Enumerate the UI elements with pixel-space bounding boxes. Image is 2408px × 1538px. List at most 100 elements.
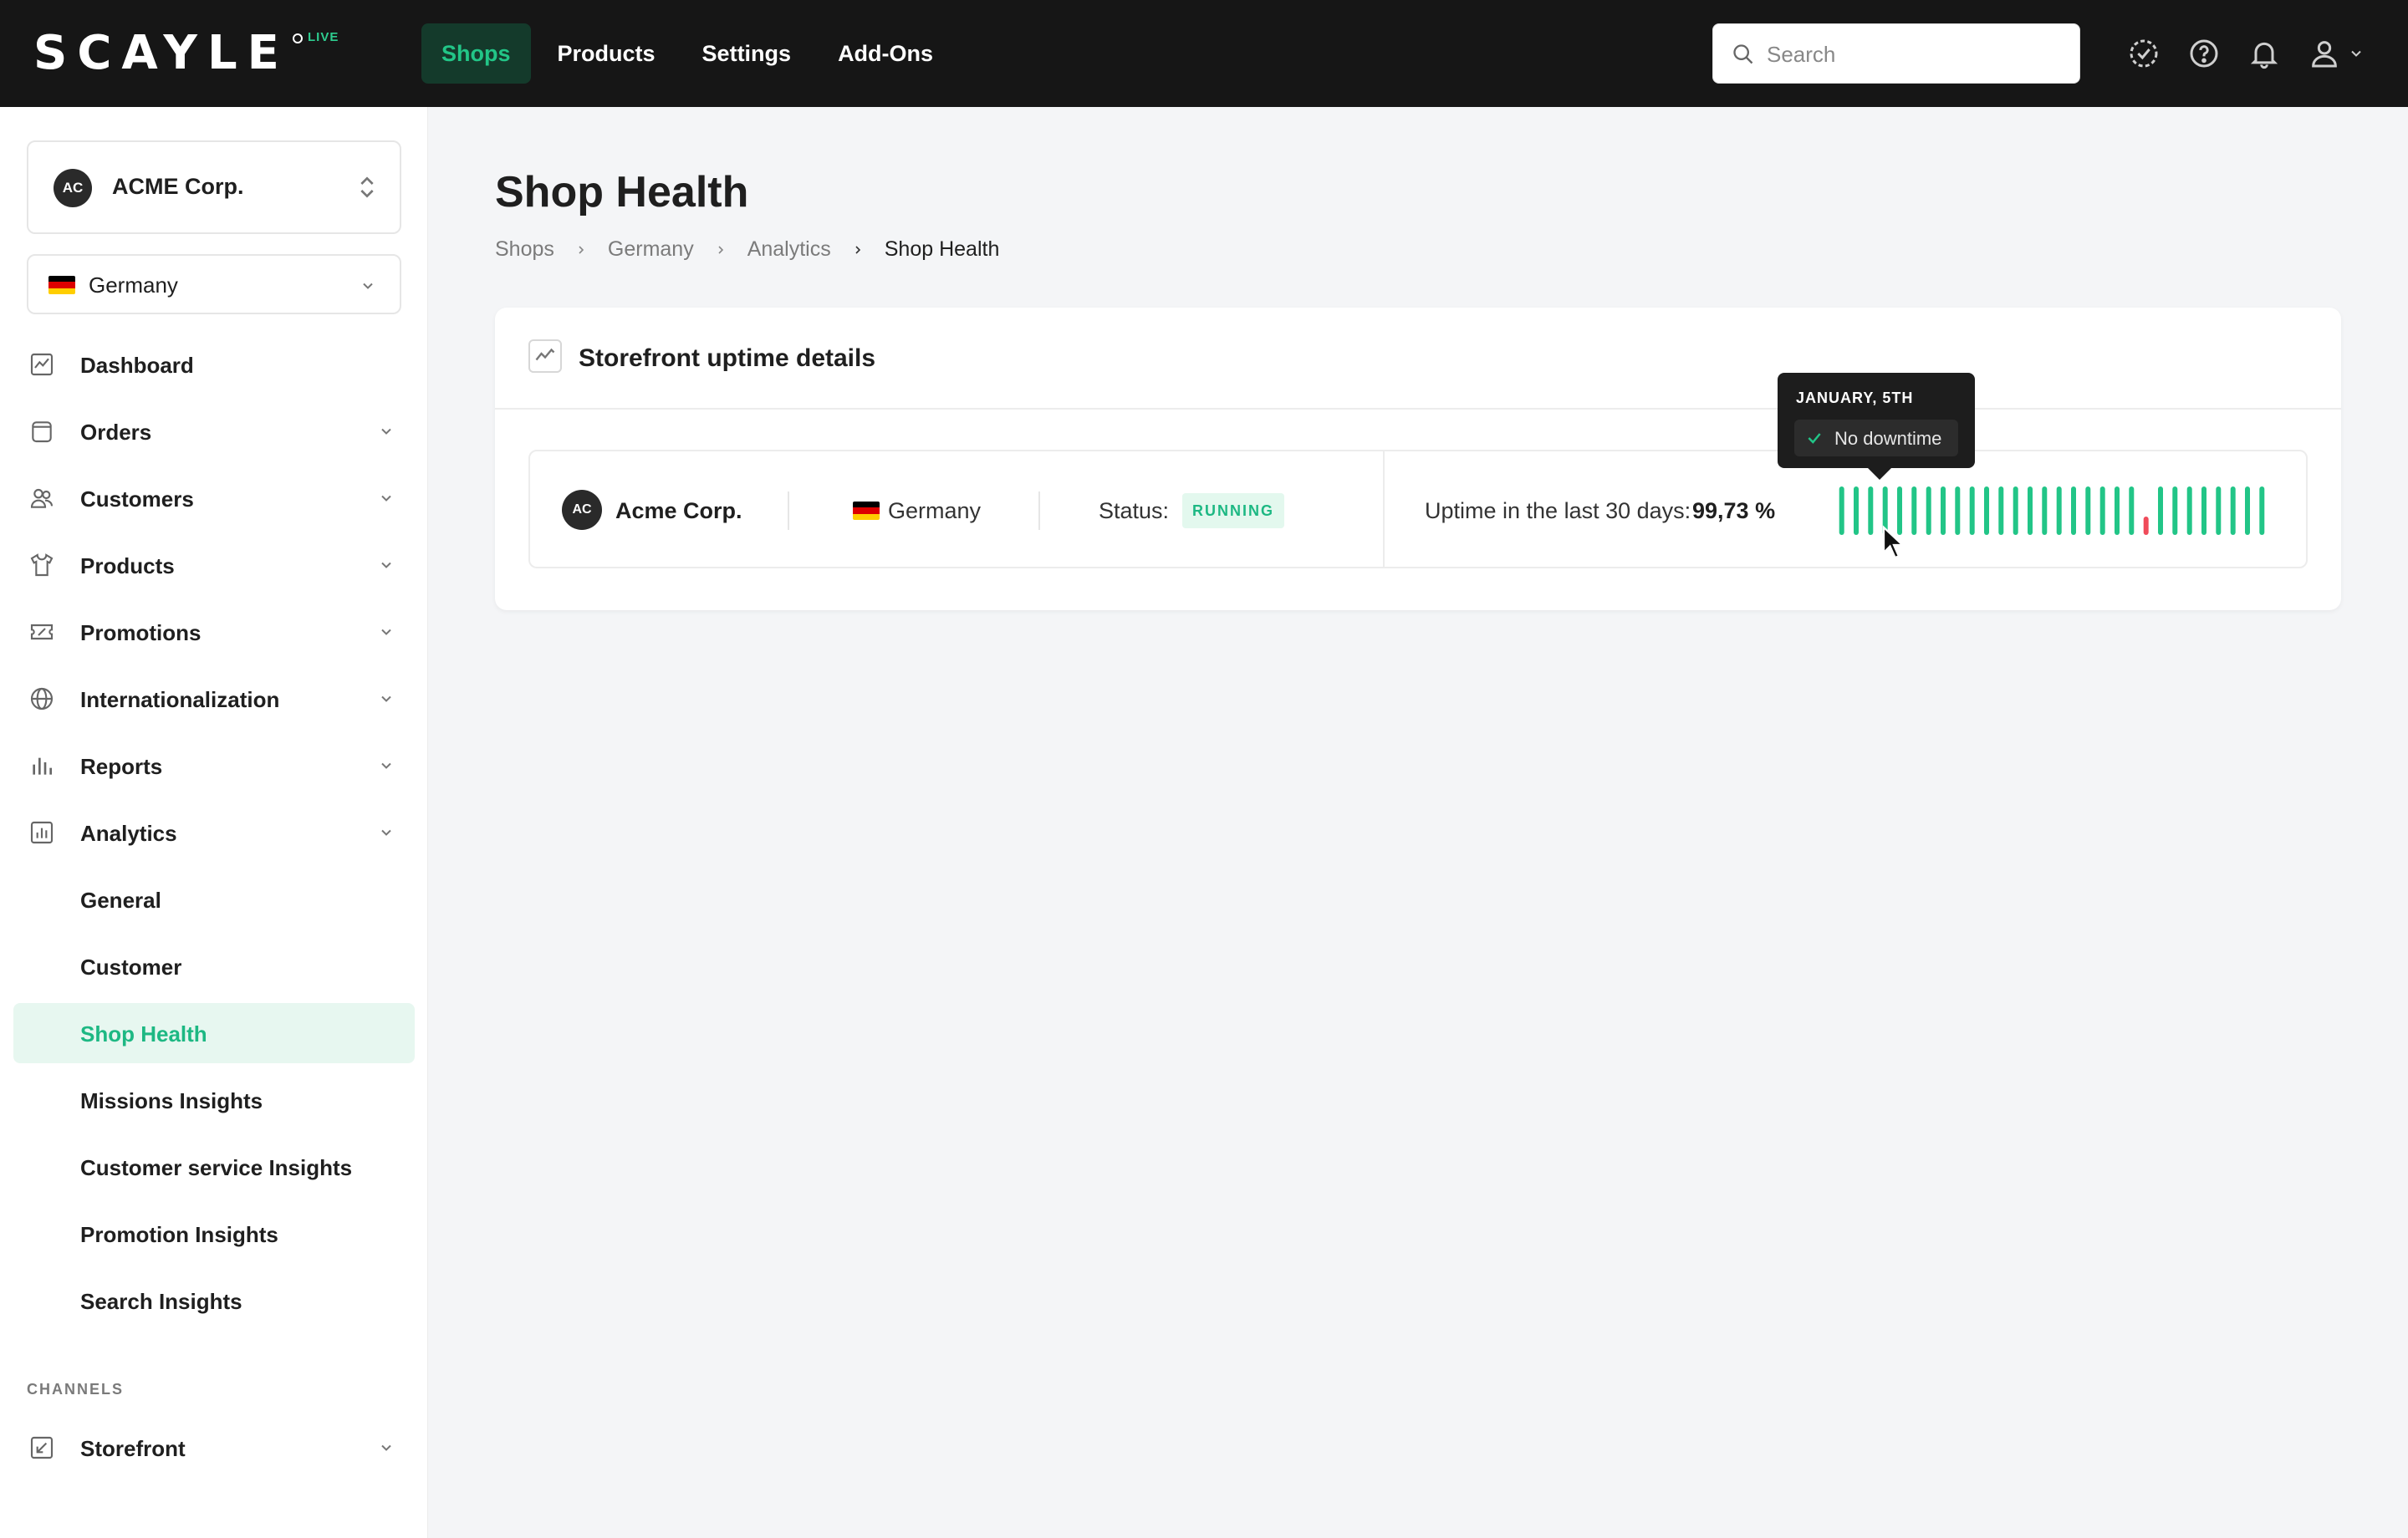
uptime-bar-up[interactable]	[2056, 486, 2062, 535]
shop-avatar: AC	[562, 490, 602, 530]
uptime-bar-up[interactable]	[1984, 486, 1989, 535]
uptime-bar-up[interactable]	[2158, 486, 2163, 535]
shop-country: Germany	[888, 498, 982, 523]
tooltip-date: JANUARY, 5TH	[1796, 390, 1914, 406]
uptime-bar-up[interactable]	[2115, 486, 2120, 535]
user-icon[interactable]	[2308, 37, 2341, 70]
checklist-icon[interactable]	[2127, 37, 2161, 70]
uptime-bar-up[interactable]	[2099, 486, 2105, 535]
bar-chart-icon	[33, 757, 52, 775]
uptime-bar-up[interactable]	[2201, 486, 2206, 535]
logo-ring-icon	[293, 33, 303, 43]
uptime-bar-up[interactable]	[2071, 486, 2076, 535]
sidebar-item-dashboard[interactable]: Dashboard	[13, 334, 415, 395]
divider	[1383, 451, 1385, 567]
topnav-products[interactable]: Products	[538, 23, 676, 84]
analytics-icon	[30, 821, 54, 844]
dashboard-icon	[30, 353, 54, 376]
uptime-bar-up[interactable]	[2216, 486, 2222, 535]
sidebar-subitem-customer-service-insights[interactable]: Customer service Insights	[13, 1137, 415, 1197]
uptime-bar-down[interactable]	[2143, 517, 2149, 535]
sidebar-item-label: Reports	[80, 754, 163, 779]
organization-selector[interactable]: AC ACME Corp.	[27, 140, 401, 234]
chevron-down-icon	[363, 283, 373, 289]
help-icon[interactable]	[2187, 37, 2221, 70]
topnav-add-ons[interactable]: Add-Ons	[818, 23, 953, 84]
uptime-bar-up[interactable]	[2245, 486, 2250, 535]
environment-badge: LIVE	[308, 30, 339, 44]
tshirt-icon	[30, 553, 54, 577]
breadcrumb-analytics[interactable]: Analytics	[747, 237, 831, 262]
country-name: Germany	[89, 272, 178, 298]
page-title: Shop Health	[495, 168, 749, 216]
sidebar-item-label: Products	[80, 553, 175, 578]
breadcrumb-germany[interactable]: Germany	[608, 237, 694, 262]
sidebar-item-reports[interactable]: Reports	[13, 736, 415, 796]
tooltip-text: No downtime	[1834, 428, 1942, 449]
uptime-bar-up[interactable]	[2129, 486, 2135, 535]
uptime-bar-up[interactable]	[2028, 486, 2033, 535]
sidebar-item-label: Promotions	[80, 620, 202, 645]
sidebar-item-label: Analytics	[80, 821, 177, 846]
sidebar-item-customers[interactable]: Customers	[13, 468, 415, 528]
uptime-bar-up[interactable]	[2230, 486, 2236, 535]
chevron-right-icon	[579, 245, 584, 254]
uptime-bar-up[interactable]	[2172, 486, 2178, 535]
search-icon	[1733, 44, 1753, 64]
sidebar-subitem-missions-insights[interactable]: Missions Insights	[13, 1070, 415, 1130]
sidebar-item-orders[interactable]: Orders	[13, 401, 415, 461]
uptime-bar-up[interactable]	[1839, 486, 1844, 535]
uptime-bar-up[interactable]	[2013, 486, 2018, 535]
sidebar-item-label: Promotion Insights	[80, 1222, 278, 1247]
channels-section-label: CHANNELS	[27, 1381, 125, 1398]
chevron-right-icon	[718, 245, 723, 254]
sidebar-item-label: Search Insights	[80, 1289, 242, 1314]
sidebar-subitem-shop-health[interactable]: Shop Health	[13, 1003, 415, 1063]
org-name: ACME Corp.	[112, 174, 244, 199]
uptime-bar-up[interactable]	[2186, 486, 2192, 535]
chevron-down-icon	[381, 829, 391, 836]
chevron-down-icon	[381, 495, 391, 502]
uptime-bar-up[interactable]	[2259, 486, 2265, 535]
chevron-down-icon	[381, 762, 391, 769]
uptime-bar-up[interactable]	[1926, 486, 1931, 535]
uptime-bar-up[interactable]	[1911, 486, 1917, 535]
topnav-shops[interactable]: Shops	[421, 23, 531, 84]
bell-icon[interactable]	[2247, 37, 2281, 70]
customers-icon	[30, 488, 54, 508]
country-selector[interactable]: Germany	[27, 254, 401, 314]
search-input[interactable]	[1767, 36, 2068, 73]
topnav-settings[interactable]: Settings	[682, 23, 812, 84]
status-label: Status:	[1099, 498, 1170, 523]
uptime-bar-up[interactable]	[1854, 486, 1859, 535]
search-box[interactable]	[1712, 23, 2080, 84]
uptime-bar-up[interactable]	[1969, 486, 1975, 535]
sidebar-item-label: Storefront	[80, 1436, 186, 1461]
sidebar-subitem-search-insights[interactable]: Search Insights	[13, 1271, 415, 1331]
uptime-bar-up[interactable]	[2042, 486, 2048, 535]
sidebar-item-storefront[interactable]: Storefront	[13, 1418, 415, 1478]
globe-icon	[30, 687, 54, 710]
scayle-logo[interactable]: SCAYLE	[33, 27, 289, 80]
uptime-bar-up[interactable]	[1998, 486, 2004, 535]
sidebar-item-analytics[interactable]: Analytics	[13, 802, 415, 863]
uptime-bar-up[interactable]	[1868, 486, 1874, 535]
breadcrumb-shops[interactable]: Shops	[495, 237, 554, 262]
uptime-bar-up[interactable]	[1941, 486, 1946, 535]
sidebar-subitem-general[interactable]: General	[13, 869, 415, 929]
org-avatar: AC	[54, 169, 92, 207]
uptime-tooltip: JANUARY, 5TH No downtime	[1778, 373, 1975, 480]
breadcrumb-shop-health: Shop Health	[884, 237, 1000, 261]
shop-name: Acme Corp.	[615, 498, 742, 523]
chevron-down-icon[interactable]	[2348, 45, 2365, 62]
sidebar-item-label: Shop Health	[80, 1021, 207, 1047]
chevron-down-icon	[381, 562, 391, 568]
uptime-bar-up[interactable]	[2085, 486, 2091, 535]
check-icon	[1808, 433, 1821, 444]
sidebar-item-internationalization[interactable]: Internationalization	[13, 669, 415, 729]
sidebar-item-promotions[interactable]: Promotions	[13, 602, 415, 662]
sidebar-subitem-promotion-insights[interactable]: Promotion Insights	[13, 1204, 415, 1264]
uptime-bar-up[interactable]	[1955, 486, 1961, 535]
sidebar-item-products[interactable]: Products	[13, 535, 415, 595]
sidebar-subitem-customer[interactable]: Customer	[13, 936, 415, 996]
